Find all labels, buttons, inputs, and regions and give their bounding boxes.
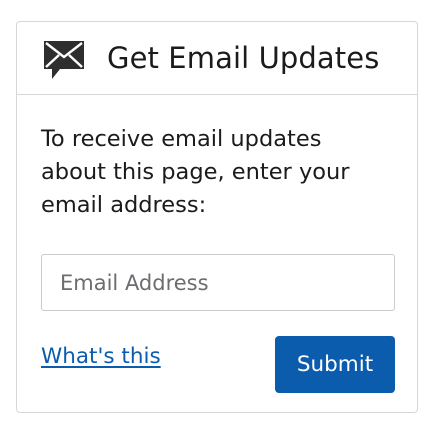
card-header: Get Email Updates [17,22,417,95]
email-updates-card: Get Email Updates To receive email updat… [16,21,418,413]
intro-text: To receive email updates about this page… [41,126,350,218]
card-title: Get Email Updates [107,41,380,75]
submit-button[interactable]: Submit [275,336,395,393]
whats-this-link[interactable]: What's this [41,344,161,369]
card-body: To receive email updates about this page… [17,95,417,222]
email-speech-bubble-icon [41,38,87,82]
email-input[interactable] [41,254,395,311]
